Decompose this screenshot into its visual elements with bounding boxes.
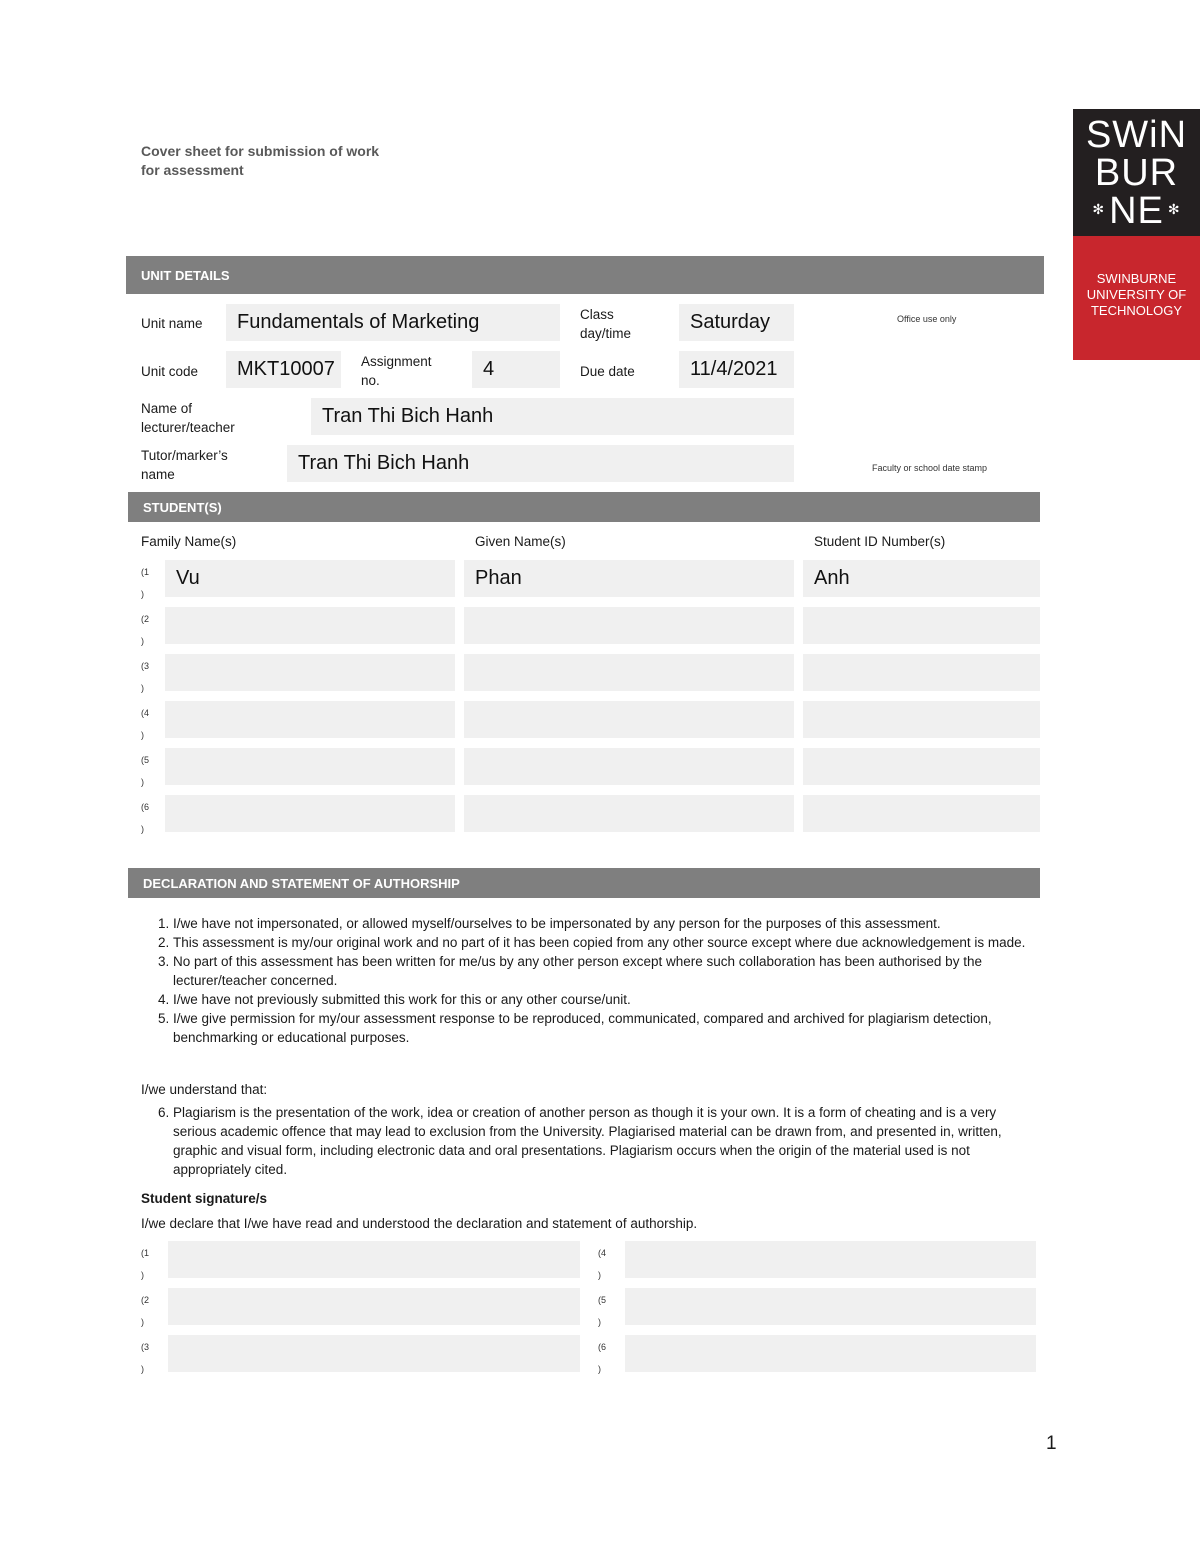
students-header: STUDENT(S) [128, 492, 1040, 522]
unit-name-label: Unit name [141, 316, 203, 331]
student-row-number: (2) [141, 614, 150, 646]
family-name-column-header: Family Name(s) [141, 534, 237, 549]
declaration-item: I/we have not previously submitted this … [173, 990, 1041, 1009]
declaration-item: I/we give permission for my/our assessme… [173, 1009, 1041, 1047]
signature-slot-number: (5) [598, 1295, 607, 1327]
due-date-field[interactable]: 11/4/2021 [679, 351, 794, 388]
tutor-value: Tran Thi Bich Hanh [298, 452, 470, 474]
office-use-label: Office use only [897, 314, 957, 324]
date-stamp-label: Faculty or school date stamp [872, 463, 988, 473]
student-id-field[interactable] [803, 795, 1040, 832]
logo-mark-line-1: SWiN [1085, 114, 1188, 156]
family-name-field[interactable] [165, 701, 455, 738]
signature-field[interactable] [168, 1335, 580, 1372]
family-name-field[interactable] [165, 795, 455, 832]
logo-mark-ne: NE [1109, 190, 1164, 232]
student-row-number: (4) [141, 708, 150, 740]
signature-slot-number: (3) [141, 1342, 150, 1374]
declaration-item: I/we have not impersonated, or allowed m… [173, 914, 1041, 933]
student-row-number: (1) [141, 567, 150, 599]
declaration-list: I/we have not impersonated, or allowed m… [141, 914, 1041, 1047]
class-day-time-field[interactable]: Saturday [679, 304, 794, 341]
signature-field[interactable] [168, 1241, 580, 1278]
assignment-no-label: Assignment no. [361, 354, 432, 388]
declaration-item-6-list: Plagiarism is the presentation of the wo… [141, 1103, 1041, 1179]
logo-institution-name: SWINBURNE UNIVERSITY OF TECHNOLOGY [1073, 236, 1200, 360]
family-name-field[interactable] [165, 748, 455, 785]
given-name-value: Phan [475, 567, 522, 589]
logo-mark: SWiN BUR ✻ NE ✻ [1073, 109, 1200, 236]
declaration-item: This assessment is my/our original work … [173, 933, 1041, 952]
signature-header: Student signature/s [141, 1191, 268, 1206]
family-name-field[interactable]: Vu [165, 560, 455, 597]
family-name-field[interactable] [165, 654, 455, 691]
student-id-value: Anh [814, 567, 850, 589]
given-name-field[interactable] [464, 795, 794, 832]
due-date-value: 11/4/2021 [690, 358, 778, 380]
page-number: 1 [1046, 1433, 1057, 1454]
signature-slot-number: (1) [141, 1248, 150, 1280]
class-day-time-label: Class day/time [580, 307, 632, 341]
student-id-field[interactable] [803, 654, 1040, 691]
unit-name-field[interactable]: Fundamentals of Marketing [226, 304, 560, 341]
unit-code-label: Unit code [141, 364, 199, 379]
declaration-item: Plagiarism is the presentation of the wo… [173, 1103, 1041, 1179]
logo-text-line: SWINBURNE [1096, 271, 1177, 286]
student-row-number: (3) [141, 661, 150, 693]
logo-text-line: TECHNOLOGY [1090, 303, 1182, 318]
signature-field[interactable] [625, 1335, 1036, 1372]
unit-name-value: Fundamentals of Marketing [237, 311, 480, 333]
lecturer-field[interactable]: Tran Thi Bich Hanh [311, 398, 794, 435]
lecturer-value: Tran Thi Bich Hanh [322, 405, 494, 427]
given-name-field[interactable] [464, 654, 794, 691]
logo-mark-line-3: ✻ NE ✻ [1073, 190, 1200, 232]
signature-field[interactable] [625, 1288, 1036, 1325]
declaration-header: DECLARATION AND STATEMENT OF AUTHORSHIP [128, 868, 1040, 898]
signature-slot-number: (4) [598, 1248, 607, 1280]
unit-code-value: MKT10007 [237, 358, 335, 380]
signature-slot-number: (2) [141, 1295, 150, 1327]
signature-field[interactable] [625, 1241, 1036, 1278]
student-id-field[interactable]: Anh [803, 560, 1040, 597]
unit-code-field[interactable]: MKT10007 [226, 351, 341, 388]
logo-text-line: UNIVERSITY OF [1086, 287, 1187, 302]
signature-statement: I/we declare that I/we have read and und… [141, 1216, 698, 1231]
declaration-item: No part of this assessment has been writ… [173, 952, 1041, 990]
due-date-label: Due date [580, 364, 635, 379]
signature-slot-number: (6) [598, 1342, 607, 1374]
tutor-field[interactable]: Tran Thi Bich Hanh [287, 445, 794, 482]
tutor-label: Tutor/marker’s name [141, 448, 228, 482]
swinburne-logo: SWiN BUR ✻ NE ✻ SWINBURNE UNIVERSITY OF TE… [1073, 109, 1200, 360]
understand-label: I/we understand that: [141, 1082, 268, 1097]
student-row-number: (6) [141, 802, 150, 834]
flower-icon: ✻ [1167, 200, 1181, 217]
assignment-no-field[interactable]: 4 [472, 351, 560, 388]
student-id-column-header: Student ID Number(s) [814, 534, 946, 549]
logo-mark-line-2: BUR [1094, 152, 1179, 194]
unit-details-header: UNIT DETAILS [126, 256, 1044, 294]
given-name-field[interactable] [464, 748, 794, 785]
given-name-field[interactable] [464, 607, 794, 644]
given-name-field[interactable]: Phan [464, 560, 794, 597]
assignment-no-value: 4 [483, 358, 495, 380]
student-row-number: (5) [141, 755, 150, 787]
given-name-field[interactable] [464, 701, 794, 738]
family-name-value: Vu [176, 567, 200, 589]
document-title: Cover sheet for submission of work for a… [141, 143, 380, 178]
lecturer-label: Name of lecturer/teacher [141, 401, 235, 435]
given-name-column-header: Given Name(s) [475, 534, 566, 549]
class-day-time-value: Saturday [690, 311, 771, 333]
student-id-field[interactable] [803, 748, 1040, 785]
flower-icon: ✻ [1092, 200, 1106, 217]
student-id-field[interactable] [803, 607, 1040, 644]
student-id-field[interactable] [803, 701, 1040, 738]
signature-field[interactable] [168, 1288, 580, 1325]
family-name-field[interactable] [165, 607, 455, 644]
